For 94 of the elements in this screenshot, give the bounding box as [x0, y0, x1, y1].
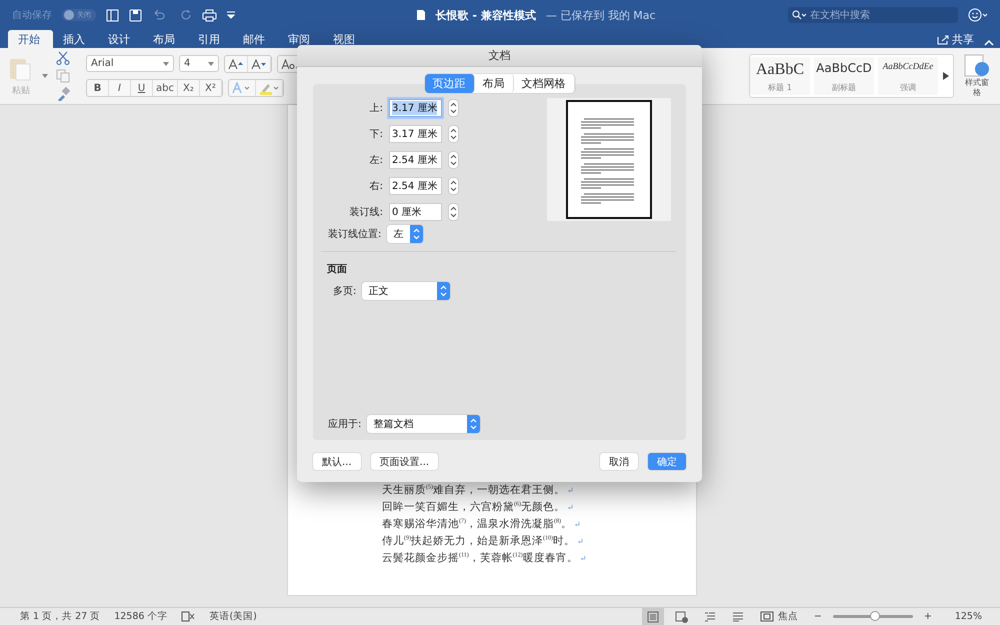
poem-line: 春寒赐浴华清池$^{(7)}$，温泉水滑洗凝脂$^{(8)}$。 ↵ [382, 519, 582, 531]
caret-icon [208, 62, 214, 66]
text-effects-icon[interactable] [232, 82, 252, 94]
dialog-button[interactable]: 默认... [313, 453, 361, 470]
grow-font-icon[interactable] [228, 59, 244, 69]
styles-pane-icon [964, 54, 990, 78]
multiple-pages-select[interactable]: 正文 [362, 282, 450, 300]
shrink-font-icon[interactable] [251, 59, 267, 69]
caret-icon [163, 62, 169, 66]
margin-label: 右: [368, 180, 383, 192]
save-icon[interactable] [129, 8, 142, 22]
zoom-in-button[interactable]: + [918, 608, 937, 625]
focus-icon [760, 611, 774, 622]
margin-field[interactable]: 3.17 厘米 [389, 98, 442, 116]
apply-to-select[interactable]: 整篇文档 [367, 415, 480, 433]
font-size-field[interactable]: 4 [179, 55, 219, 72]
zoom-thumb[interactable] [870, 611, 880, 621]
document-icon [416, 9, 426, 21]
margin-field[interactable]: 2.54 厘米 [389, 176, 442, 194]
caret-icon [467, 415, 480, 433]
ribbon-tab[interactable]: 布局 [143, 30, 188, 48]
format-button[interactable]: X² [200, 80, 222, 96]
ribbon-tab[interactable]: 邮件 [233, 30, 278, 48]
customize-icon[interactable] [227, 11, 235, 19]
lines-icon [732, 612, 744, 622]
stepper-icon[interactable] [448, 150, 459, 168]
gallery-arrow-icon[interactable] [942, 71, 950, 81]
style-gallery-item[interactable]: AaBbCcDdEe 强调 [878, 57, 938, 95]
web-view-icon [674, 610, 688, 622]
page-view-icon [646, 610, 659, 622]
gutter-position-select[interactable]: 左 [387, 225, 424, 243]
section-heading: 页面 [327, 263, 348, 276]
caret-icon [410, 225, 424, 243]
search-field[interactable]: 在文档中搜索 [808, 7, 958, 23]
caret-icon [42, 74, 48, 78]
poem-line: 云鬓花颜金步摇$^{(11)}$，芙蓉帐$^{(12)}$暖度春宵。 ↵ [382, 553, 588, 565]
print-icon[interactable] [202, 8, 217, 22]
poem-line: 回眸一笑百媚生，六宫粉黛$^{(6)}$无颜色。 ↵ [382, 502, 575, 514]
page-count[interactable]: 第 1 页，共 27 页 [20, 610, 100, 623]
style-gallery-item[interactable]: AaBbCcD 副标题 [814, 57, 874, 95]
search-icon[interactable] [792, 10, 806, 20]
poem-line: 侍儿$^{(9)}$扶起娇无力，始是新承恩泽$^{(10)}$时。 ↵ [382, 536, 585, 548]
margin-label: 下: [368, 128, 383, 140]
save-status: — 已保存到 我的 Mac [546, 8, 656, 22]
format-button[interactable]: X₂ [178, 80, 200, 96]
focus-button[interactable]: 焦点 [754, 608, 803, 625]
share-button[interactable]: 共享 [937, 30, 980, 48]
zoom-out-button[interactable]: − [808, 608, 827, 625]
multiple-pages-label: 多页: [333, 285, 356, 298]
redo-icon[interactable] [180, 9, 192, 21]
ribbon-tab[interactable]: 审阅 [278, 30, 323, 48]
margin-label: 左: [368, 154, 383, 166]
gutter-position-label: 装订线位置: [328, 228, 382, 241]
autosave-label: 自动保存 [12, 9, 52, 22]
dialog-button[interactable]: 页面设置... [370, 453, 438, 470]
ribbon-tab[interactable]: 引用 [188, 30, 233, 48]
ribbon-tab[interactable]: 开始 [8, 30, 53, 48]
styles-pane-button[interactable]: 样式窗格 [962, 54, 992, 98]
ribbon-tab[interactable]: 设计 [98, 30, 143, 48]
share-icon [937, 34, 949, 44]
print-layout-button[interactable] [642, 608, 664, 625]
smiley-icon[interactable] [968, 8, 988, 22]
outline-icon [704, 612, 716, 622]
ribbon-tab[interactable]: 插入 [53, 30, 98, 48]
zoom-level[interactable]: 125% [942, 611, 1000, 622]
font-name-field[interactable]: Arial [86, 55, 174, 72]
dialog-button[interactable]: 取消 [600, 453, 638, 470]
style-gallery-item[interactable]: AaBbC 标题 1 [750, 57, 810, 95]
paste-label: 粘贴 [12, 84, 30, 97]
margin-label: 上: [368, 102, 383, 114]
proofing-icon[interactable] [181, 611, 196, 622]
word-count[interactable]: 12586 个字 [114, 610, 168, 623]
format-button[interactable]: I [109, 80, 131, 96]
caret-icon [437, 282, 450, 300]
language-label[interactable]: 英语(美国) [209, 610, 257, 623]
margin-field[interactable]: 3.17 厘米 [389, 124, 442, 142]
stepper-icon[interactable] [448, 176, 459, 194]
stepper-icon[interactable] [448, 202, 459, 220]
stepper-icon[interactable] [448, 124, 459, 142]
sidebar-icon[interactable] [106, 8, 119, 22]
window-title: 长恨歌 - 兼容性模式 [436, 8, 536, 22]
brush-icon[interactable] [56, 87, 70, 101]
margin-field[interactable]: 0 厘米 [389, 202, 442, 220]
poem-line: 天生丽质$^{(5)}$难自弃，一朝选在君王侧。 ↵ [382, 485, 575, 497]
margin-field[interactable]: 2.54 厘米 [389, 150, 442, 168]
dialog-title: 文档 [297, 45, 702, 67]
ribbon-tab[interactable]: 视图 [323, 30, 368, 48]
scissors-icon[interactable] [56, 51, 70, 65]
format-button[interactable]: B [87, 80, 109, 96]
margin-label: 装订线: [348, 206, 383, 218]
format-button[interactable]: abc [153, 80, 178, 96]
stepper-icon[interactable] [448, 98, 459, 116]
format-button[interactable]: U [131, 80, 153, 96]
apply-to-label: 应用于: [328, 418, 362, 431]
